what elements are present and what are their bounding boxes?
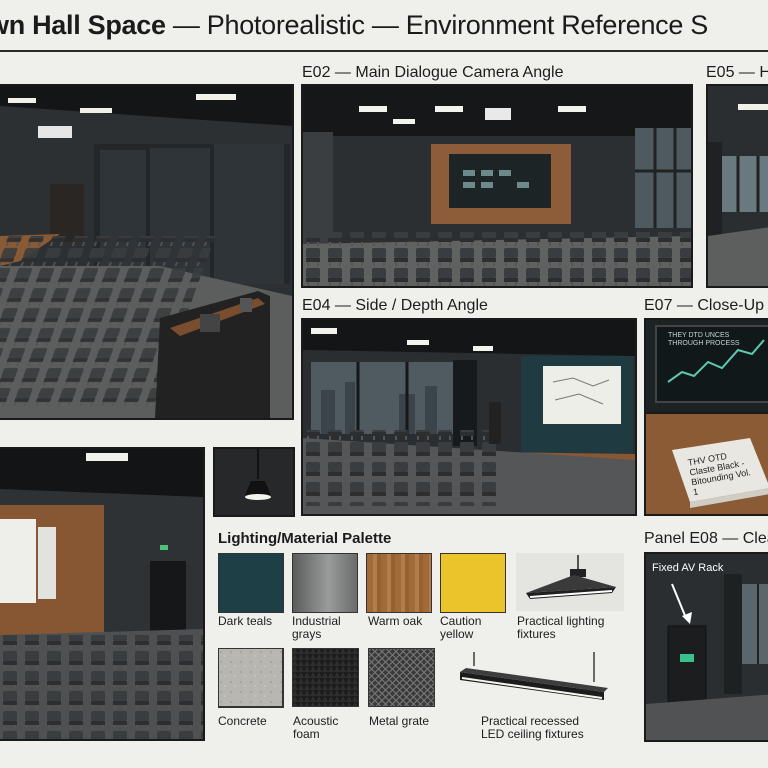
swatch-label-dark-teals: Dark teals xyxy=(218,614,273,628)
pendant-closeup-scene xyxy=(215,449,293,515)
palette-title: Lighting/Material Palette xyxy=(218,530,392,547)
panel-e04[interactable] xyxy=(301,318,637,516)
panel-label-e07: E07 — Close-Up F xyxy=(644,297,768,314)
panel-e07[interactable]: THEY DTD UNCES THROUGH PROCESS xyxy=(644,318,768,414)
panel-e08[interactable]: Fixed AV Rack xyxy=(644,552,768,742)
swatch-label-acoustic-foam: Acoustic foam xyxy=(293,714,339,741)
page-title: wn Hall Space — Photorealistic — Environ… xyxy=(0,10,709,40)
panel-label-e05: E05 — H xyxy=(706,64,768,81)
led-fixture-icon xyxy=(460,652,608,700)
panel-e01[interactable] xyxy=(0,84,294,420)
pendant-lamp-icon xyxy=(526,555,616,599)
swatch-label-caution-yellow: Caution yellow xyxy=(440,614,482,641)
panel-ceiling-detail[interactable] xyxy=(213,447,295,517)
swatch-label-practical-lighting: Practical lighting fixtures xyxy=(517,614,605,641)
panel-e03[interactable] xyxy=(0,447,205,741)
swatch-industrial-grays xyxy=(292,553,358,613)
swatch-label-warm-oak: Warm oak xyxy=(368,614,423,628)
wide-room-scene xyxy=(0,449,203,739)
e08-annotation: Fixed AV Rack xyxy=(652,562,724,574)
concrete-texture xyxy=(218,648,283,707)
panel-label-e04: E04 — Side / Depth Angle xyxy=(302,297,488,314)
panel-e07-booklet[interactable]: THV OTD Claste Black - Bitounding Vol. 1 xyxy=(644,412,768,516)
depth-angle-scene xyxy=(303,320,635,514)
dialogue-angle-scene xyxy=(303,86,691,286)
swatch-practical-lighting xyxy=(516,553,624,611)
panel-e05[interactable] xyxy=(706,84,768,288)
swatch-warm-oak xyxy=(366,553,432,613)
swatch-label-metal-grate: Metal grate xyxy=(369,714,430,728)
e07-screen-text: THEY DTD UNCES THROUGH PROCESS xyxy=(668,332,740,347)
swatch-label-industrial-grays: Industrial grays xyxy=(292,614,341,641)
swatch-label-led-fixtures: Practical recessed LED ceiling fixtures xyxy=(481,714,584,741)
title-rule xyxy=(0,50,768,52)
window-angle-scene xyxy=(708,86,768,286)
panel-e02[interactable] xyxy=(301,84,693,288)
av-rack-scene xyxy=(646,554,768,740)
panel-label-e08: Panel E08 — Clea xyxy=(644,530,768,547)
metal-grate-texture xyxy=(368,648,435,707)
panel-label-e02: E02 — Main Dialogue Camera Angle xyxy=(302,64,564,81)
swatch-dark-teals xyxy=(218,553,284,613)
acoustic-foam-texture xyxy=(292,648,359,707)
auditorium-scene xyxy=(0,86,292,418)
swatch-caution-yellow xyxy=(440,553,506,613)
swatch-label-concrete: Concrete xyxy=(218,714,267,728)
